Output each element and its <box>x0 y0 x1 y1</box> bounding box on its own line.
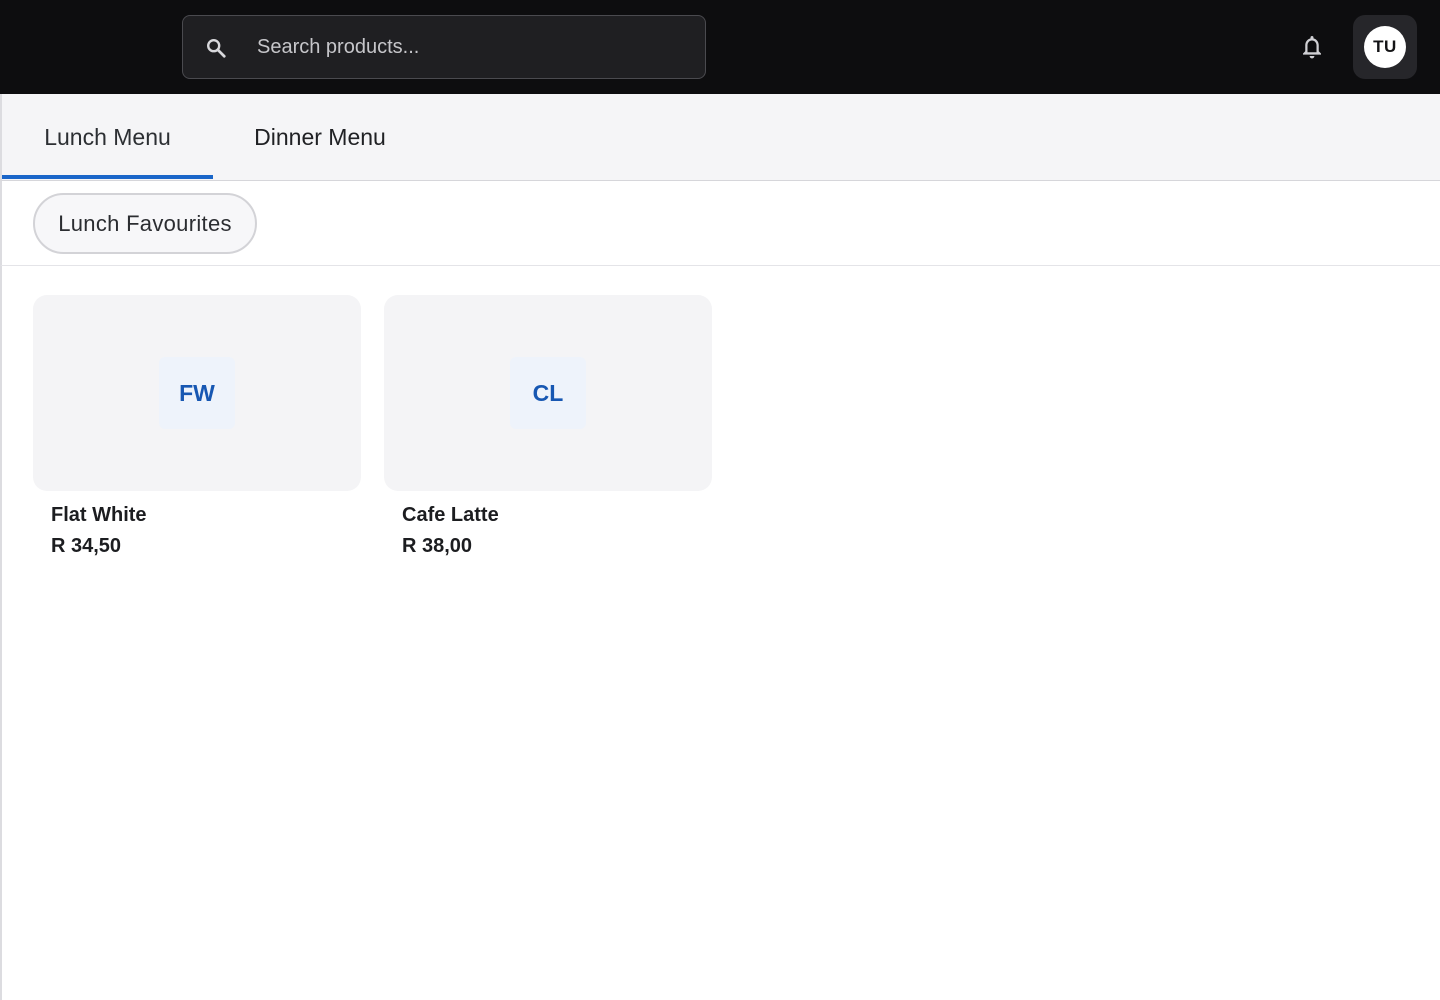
menu-tabs: Lunch Menu Dinner Menu <box>0 94 1440 181</box>
product-card-cafe-latte[interactable]: CL Cafe Latte R 38,00 <box>384 295 712 575</box>
avatar: TU <box>1364 26 1406 68</box>
product-name: Flat White <box>51 504 147 526</box>
product-thumbnail: FW <box>33 295 361 491</box>
top-bar: TU <box>0 0 1440 94</box>
product-price: R 34,50 <box>51 535 122 557</box>
tab-lunch-menu[interactable]: Lunch Menu <box>2 94 213 180</box>
product-initials: FW <box>159 357 235 429</box>
product-initials: CL <box>510 357 586 429</box>
search-box[interactable] <box>182 15 706 79</box>
product-thumbnail: CL <box>384 295 712 491</box>
search-icon <box>207 39 226 58</box>
product-price: R 38,00 <box>402 535 473 557</box>
product-name: Cafe Latte <box>402 504 499 526</box>
active-tab-indicator <box>2 175 213 179</box>
product-grid: FW Flat White R 34,50 CL Cafe Latte R 38… <box>0 266 1440 1000</box>
tab-dinner-menu[interactable]: Dinner Menu <box>213 94 427 180</box>
category-chip-lunch-favourites[interactable]: Lunch Favourites <box>33 193 257 254</box>
search-input[interactable] <box>257 16 687 78</box>
category-chips: Lunch Favourites <box>0 181 1440 266</box>
bell-icon[interactable] <box>1297 32 1327 62</box>
user-menu-button[interactable]: TU <box>1353 15 1417 79</box>
product-card-flat-white[interactable]: FW Flat White R 34,50 <box>33 295 361 575</box>
